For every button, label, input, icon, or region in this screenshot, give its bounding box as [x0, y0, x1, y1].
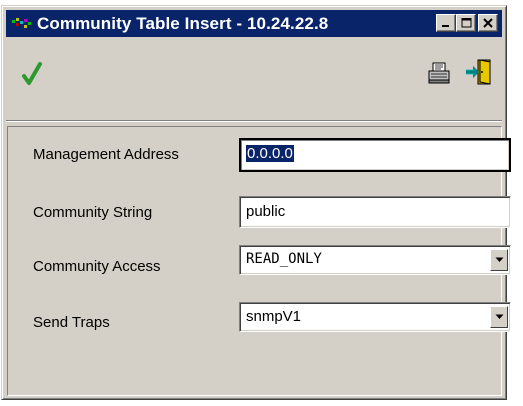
window-title: Community Table Insert - 10.24.22.8	[37, 13, 329, 33]
management-address-input[interactable]: 0.0.0.0	[239, 138, 511, 172]
management-address-label: Management Address	[33, 146, 179, 163]
exit-button[interactable]	[462, 55, 496, 89]
community-access-label: Community Access	[33, 258, 161, 275]
title-bar[interactable]: Community Table Insert - 10.24.22.8	[6, 10, 502, 37]
print-button[interactable]	[424, 57, 454, 89]
exit-door-icon	[466, 59, 491, 85]
close-icon	[483, 18, 493, 28]
community-access-value: READ_ONLY	[246, 251, 322, 267]
minimize-button[interactable]	[436, 14, 456, 32]
printer-icon	[428, 62, 450, 84]
apply-button[interactable]	[16, 59, 48, 89]
send-traps-value: snmpV1	[246, 308, 302, 325]
community-string-label: Community String	[33, 204, 153, 221]
management-address-value: 0.0.0.0	[246, 145, 294, 162]
send-traps-select[interactable]: snmpV1	[239, 302, 511, 332]
title-buttons	[436, 14, 498, 32]
chevron-down-icon	[495, 314, 503, 319]
minimize-icon	[442, 25, 449, 27]
form-panel: Management Address 0.0.0.0 Community Str…	[7, 126, 511, 396]
community-access-select[interactable]: READ_ONLY	[239, 245, 511, 275]
chevron-down-icon	[495, 257, 503, 262]
dialog-window: Community Table Insert - 10.24.22.8 Mana…	[1, 5, 511, 400]
community-string-value: public	[246, 203, 286, 220]
toolbar-separator	[6, 120, 502, 122]
toolbar	[6, 39, 502, 119]
community-access-dropdown-button[interactable]	[490, 249, 508, 271]
community-string-input[interactable]: public	[239, 196, 511, 228]
send-traps-dropdown-button[interactable]	[490, 306, 508, 328]
send-traps-label: Send Traps	[33, 314, 110, 331]
close-button[interactable]	[478, 14, 498, 32]
checkmark-icon	[22, 62, 42, 85]
maximize-button[interactable]	[456, 14, 476, 32]
maximize-icon	[461, 18, 471, 28]
app-icon	[12, 17, 31, 28]
